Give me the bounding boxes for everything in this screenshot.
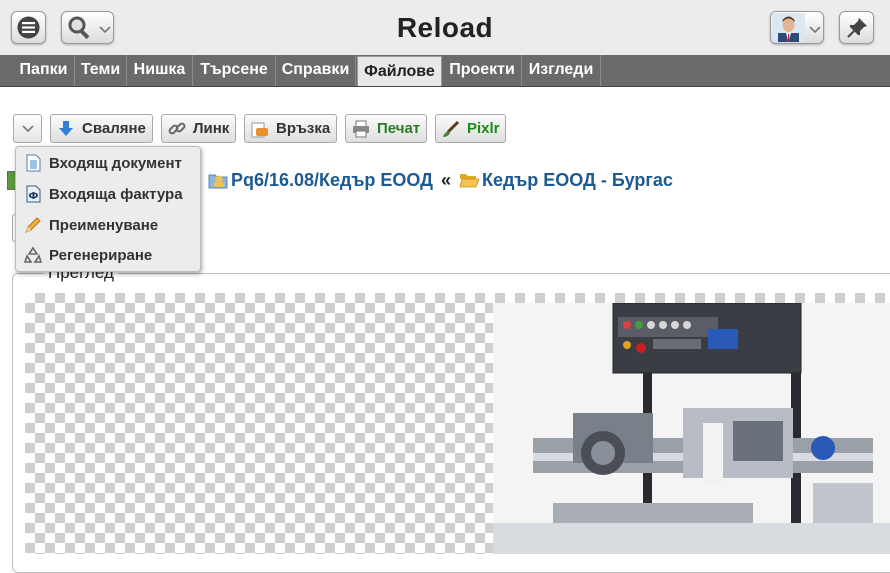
app-title: Reload [396, 12, 494, 43]
relation-icon [251, 122, 268, 137]
download-label: Сваляне [82, 120, 146, 137]
user-menu-button[interactable] [770, 11, 824, 44]
relation-label: Връзка [276, 120, 331, 137]
nav-item-projects[interactable]: Проекти [443, 55, 522, 86]
relation-button[interactable]: Връзка [244, 114, 337, 143]
labeling-machine-image [493, 303, 890, 554]
breadcrumb-separator: « [440, 169, 451, 190]
download-button[interactable]: Сваляне [50, 114, 153, 143]
printer-icon [353, 120, 369, 137]
menu-item-rename[interactable]: Преименуване [24, 213, 158, 237]
main-nav: Папки Теми Нишка Търсене Справки Файлове… [0, 55, 890, 87]
chevron-down-icon [21, 124, 34, 132]
print-label: Печат [377, 120, 421, 137]
breadcrumb: : Рq6/16.08/Кедър ЕООД « Кедър ЕООД - Бу… [196, 169, 673, 191]
breadcrumb-item-2[interactable]: Кедър ЕООД - Бургас [482, 170, 673, 191]
pin-button[interactable] [839, 11, 874, 44]
pixlr-label: Pixlr [467, 120, 500, 137]
chevron-down-icon [809, 26, 821, 34]
download-arrow-icon [59, 120, 73, 136]
pixlr-button[interactable]: Pixlr [435, 114, 506, 143]
menu-item-incoming-document[interactable]: Входящ документ [24, 151, 182, 175]
recycle-icon [24, 246, 42, 263]
paintbrush-icon [443, 120, 460, 137]
link-label: Линк [193, 120, 230, 137]
actions-dropdown-menu: Входящ документ Ф Входяща фактура Преиме… [15, 146, 201, 272]
menu-item-regenerate[interactable]: Регенериране [24, 243, 152, 267]
folder-user-icon [208, 174, 228, 189]
link-button[interactable]: Линк [161, 114, 236, 143]
pencil-icon [25, 217, 41, 233]
nav-item-search[interactable]: Търсене [193, 55, 276, 86]
incoming-invoice-icon: Ф [26, 185, 41, 203]
nav-item-reports[interactable]: Справки [276, 55, 356, 86]
preview-image[interactable] [493, 303, 890, 554]
folder-open-icon [459, 174, 479, 188]
nav-item-folders[interactable]: Папки [13, 55, 75, 86]
print-button[interactable]: Печат [345, 114, 427, 143]
breadcrumb-item-1[interactable]: Рq6/16.08/Кедър ЕООД [231, 170, 433, 191]
nav-item-files[interactable]: Файлове [357, 56, 442, 86]
incoming-document-icon [26, 154, 41, 172]
pin-icon [847, 18, 867, 38]
svg-text:Ф: Ф [29, 191, 39, 202]
user-avatar [772, 13, 805, 42]
nav-item-topics[interactable]: Теми [75, 55, 127, 86]
menu-item-incoming-invoice[interactable]: Ф Входяща фактура [24, 182, 183, 206]
nav-item-thread[interactable]: Нишка [127, 55, 193, 86]
nav-item-views[interactable]: Изгледи [522, 55, 601, 86]
actions-dropdown-button[interactable] [13, 114, 42, 143]
chain-link-icon [168, 122, 186, 134]
